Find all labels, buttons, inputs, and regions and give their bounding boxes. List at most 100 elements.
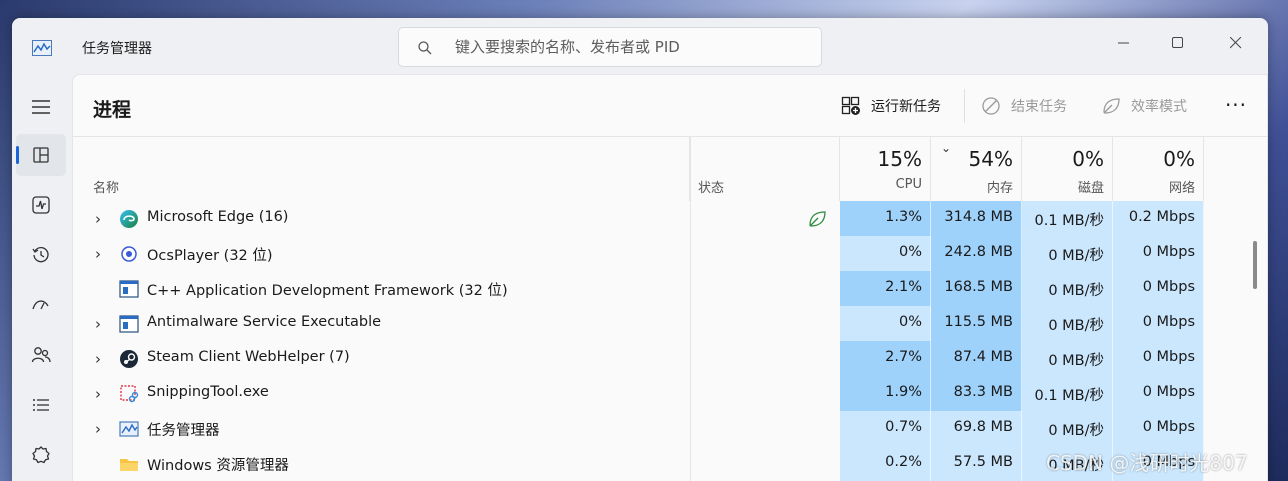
maximize-button[interactable] — [1156, 28, 1200, 58]
hamburger-icon — [32, 100, 50, 114]
column-label-name: 名称 — [93, 181, 120, 196]
users-icon — [31, 347, 51, 363]
run-new-task-label: 运行新任务 — [871, 99, 941, 115]
nav-item-processes[interactable] — [16, 134, 66, 176]
cpu-cell: 1.9% — [840, 376, 931, 411]
column-header-network[interactable]: 0% 网络 — [1113, 137, 1204, 201]
close-button[interactable] — [1214, 28, 1258, 58]
watermark: CSDN @浅研时光807 — [1046, 451, 1248, 475]
snipping-tool-icon — [119, 384, 139, 404]
page-title: 进程 — [93, 99, 132, 121]
memory-cell: 242.8 MB — [931, 236, 1022, 271]
cpu-cell: 2.7% — [840, 341, 931, 376]
column-header-memory[interactable]: ⌄ 54% 内存 — [931, 137, 1022, 201]
process-name: Steam Client WebHelper (7) — [147, 349, 350, 365]
expand-chevron-icon[interactable]: › — [95, 210, 107, 228]
search-input[interactable] — [455, 36, 805, 58]
network-cell: 0 Mbps — [1113, 341, 1204, 376]
task-manager-icon — [119, 419, 139, 439]
memory-cell: 69.8 MB — [931, 411, 1022, 446]
nav-item-startup-apps[interactable] — [16, 284, 66, 326]
network-cell: 0 Mbps — [1113, 271, 1204, 306]
maximize-icon — [1172, 37, 1183, 48]
task-manager-window: 任务管理器 键入要搜索的名称、发布者或 PID 进程 运行新任务 结束任务 效率… — [12, 18, 1268, 481]
folder-icon — [119, 454, 139, 474]
column-header-status[interactable]: 状态 — [690, 137, 840, 201]
cpu-cell: 0% — [840, 306, 931, 341]
edge-icon — [119, 209, 139, 229]
navigation-sidebar — [12, 76, 72, 481]
network-cell: 0 Mbps — [1113, 376, 1204, 411]
nav-item-details[interactable] — [16, 384, 66, 426]
window-icon — [119, 279, 139, 299]
status-column-divider — [690, 137, 691, 481]
cpu-cell: 0.2% — [840, 446, 931, 481]
run-new-task-button[interactable]: 运行新任务 — [841, 93, 941, 119]
expand-chevron-icon[interactable]: › — [95, 315, 107, 333]
performance-icon — [32, 196, 50, 214]
cpu-cell: 0% — [840, 236, 931, 271]
hamburger-menu-button[interactable] — [16, 86, 66, 128]
network-cell: 0 Mbps — [1113, 236, 1204, 271]
table-row[interactable]: › 任务管理器 0.7% 69.8 MB 0 MB/秒 0 Mbps — [73, 411, 1204, 446]
search-icon — [418, 41, 432, 55]
nav-item-performance[interactable] — [16, 184, 66, 226]
panel-header: 进程 运行新任务 结束任务 效率模式 ··· — [73, 75, 1267, 137]
cpu-cell: 2.1% — [840, 271, 931, 306]
process-name: Microsoft Edge (16) — [147, 209, 289, 225]
process-name: SnippingTool.exe — [147, 384, 269, 400]
disk-total-percent: 0% — [1072, 147, 1104, 171]
run-new-task-icon — [841, 96, 860, 115]
minimize-icon — [1118, 42, 1129, 44]
column-label-disk: 磁盘 — [1077, 181, 1104, 196]
disk-cell: 0 MB/秒 — [1022, 306, 1113, 341]
window-icon — [119, 314, 139, 334]
column-header-disk[interactable]: 0% 磁盘 — [1022, 137, 1113, 201]
network-cell: 0 Mbps — [1113, 411, 1204, 446]
disk-cell: 0 MB/秒 — [1022, 411, 1113, 446]
memory-cell: 57.5 MB — [931, 446, 1022, 481]
expand-chevron-icon[interactable]: › — [95, 420, 107, 438]
cpu-cell: 1.3% — [840, 201, 931, 236]
network-total-percent: 0% — [1163, 147, 1195, 171]
table-row[interactable]: › Microsoft Edge (16) 1.3% 314.8 MB 0.1 MB/秒… — [73, 201, 1204, 236]
history-icon — [32, 247, 49, 263]
active-nav-indicator — [16, 146, 19, 164]
table-row[interactable]: › OcsPlayer (32 位) 0% 242.8 MB 0 MB/秒 0 Mbps — [73, 236, 1204, 271]
expand-chevron-icon[interactable]: › — [95, 350, 107, 368]
nav-item-services[interactable] — [16, 434, 66, 476]
nav-item-app-history[interactable] — [16, 234, 66, 276]
startup-gauge-icon — [32, 300, 49, 310]
cpu-total-percent: 15% — [877, 147, 922, 171]
column-header-name[interactable]: 名称 — [73, 137, 690, 201]
processes-panel: 进程 运行新任务 结束任务 效率模式 ··· 名称 状态 15% CPU ⌄ 5… — [72, 74, 1268, 481]
table-row[interactable]: › Steam Client WebHelper (7) 2.7% 87.4 MB 0 … — [73, 341, 1204, 376]
table-row[interactable]: Windows 资源管理器 0.2% 57.5 MB 0 MB/秒 0 Mbps — [73, 446, 1204, 481]
disk-cell: 0.1 MB/秒 — [1022, 376, 1113, 411]
column-header-cpu[interactable]: 15% CPU — [840, 137, 931, 201]
search-box[interactable] — [398, 27, 822, 67]
disk-cell: 0 MB/秒 — [1022, 236, 1113, 271]
end-task-label: 结束任务 — [1011, 99, 1067, 115]
more-options-button[interactable]: ··· — [1221, 93, 1251, 119]
table-row[interactable]: C++ Application Development Framework (3… — [73, 271, 1204, 306]
minimize-button[interactable] — [1102, 28, 1146, 58]
column-label-network: 网络 — [1168, 181, 1195, 196]
efficiency-mode-button[interactable]: 效率模式 — [1101, 93, 1187, 119]
disk-cell: 0 MB/秒 — [1022, 341, 1113, 376]
processes-icon — [33, 147, 49, 163]
nav-item-users[interactable] — [16, 334, 66, 376]
app-title: 任务管理器 — [82, 41, 152, 57]
process-name: OcsPlayer (32 位) — [147, 248, 273, 264]
table-row[interactable]: › SnippingTool.exe 1.9% 83.3 MB 0.1 MB/秒 0 Mb… — [73, 376, 1204, 411]
network-cell: 0 Mbps — [1113, 306, 1204, 341]
process-name: Windows 资源管理器 — [147, 458, 289, 474]
column-label-status: 状态 — [698, 181, 725, 196]
table-row[interactable]: › Antimalware Service Executable 0% 115.5 M… — [73, 306, 1204, 341]
vertical-scrollbar[interactable] — [1253, 241, 1257, 289]
details-list-icon — [33, 399, 49, 411]
ocsplayer-icon — [119, 244, 139, 264]
expand-chevron-icon[interactable]: › — [95, 245, 107, 263]
expand-chevron-icon[interactable]: › — [95, 385, 107, 403]
end-task-button[interactable]: 结束任务 — [981, 93, 1067, 119]
